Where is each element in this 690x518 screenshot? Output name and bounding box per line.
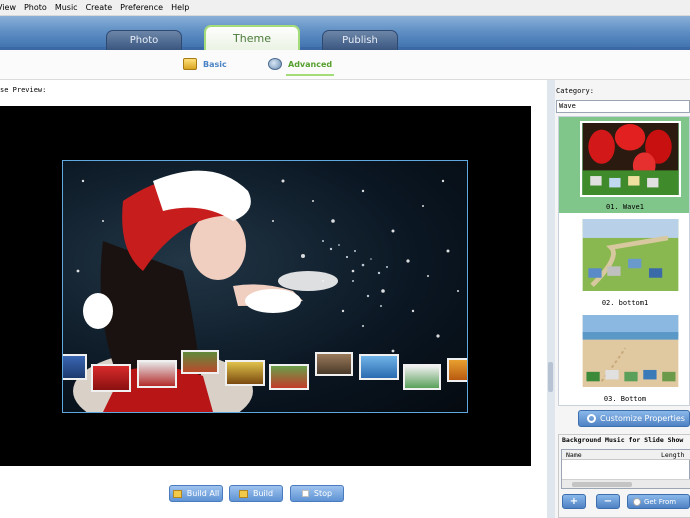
theme-item-bottom1[interactable]: 02. bottom1 <box>559 213 689 309</box>
menu-help[interactable]: Help <box>167 3 193 12</box>
panel-splitter[interactable] <box>547 80 555 518</box>
build-button[interactable]: Build <box>229 485 283 502</box>
music-table-header: Name Length <box>562 450 690 460</box>
build-icon <box>238 489 248 498</box>
background-music-title: Background Music for Slide Show <box>562 436 684 444</box>
build-all-label: Build All <box>186 489 220 498</box>
theme-list[interactable]: 01. Wave1 02. bottom1 03. Bottom <box>558 116 690 406</box>
music-table-scrollbar[interactable] <box>562 479 690 488</box>
tab-theme[interactable]: Theme <box>204 25 300 50</box>
strip-photo <box>403 364 441 390</box>
preview-label: se Preview: <box>0 86 47 94</box>
col-length-header[interactable]: Length <box>661 451 684 459</box>
theme-subtab-bar: Basic Advanced <box>0 50 690 80</box>
menu-music[interactable]: Music <box>51 3 82 12</box>
get-from-label: Get From <box>644 497 677 506</box>
build-label: Build <box>252 489 274 498</box>
menu-view[interactable]: View <box>0 3 20 12</box>
disc-icon <box>633 497 641 506</box>
menu-photo[interactable]: Photo <box>20 3 51 12</box>
strip-photo <box>137 360 177 388</box>
strip-photo <box>91 364 131 392</box>
build-all-icon <box>172 489 182 498</box>
subtab-advanced[interactable]: Advanced <box>268 58 332 70</box>
tab-photo[interactable]: Photo <box>106 30 182 50</box>
category-label: Category: <box>556 87 594 95</box>
advanced-active-indicator <box>286 74 334 76</box>
build-all-button[interactable]: Build All <box>169 485 223 502</box>
subtab-basic-label: Basic <box>203 59 227 69</box>
subtab-basic[interactable]: Basic <box>183 58 227 70</box>
customize-properties-button[interactable]: Customize Properties <box>578 410 690 427</box>
preview-photo <box>62 160 468 413</box>
advanced-mode-icon <box>268 58 282 70</box>
strip-photo <box>315 352 353 376</box>
stop-label: Stop <box>313 489 333 498</box>
theme-caption: 02. bottom1 <box>601 299 649 307</box>
theme-caption: 01. Wave1 <box>606 203 644 211</box>
gear-icon <box>587 414 596 423</box>
subtab-advanced-label: Advanced <box>288 59 333 69</box>
menu-create[interactable]: Create <box>82 3 117 12</box>
category-select[interactable]: Wave <box>556 100 690 113</box>
theme-thumbnail <box>580 313 681 389</box>
strip-photo <box>225 360 265 386</box>
strip-photo <box>359 354 399 380</box>
menu-preference[interactable]: Preference <box>116 3 167 12</box>
main-tab-bar: Photo Theme Publish <box>0 16 690 50</box>
photo-thumbnail-strip <box>63 350 467 394</box>
strip-photo <box>447 358 467 382</box>
stop-icon <box>301 490 309 497</box>
menu-bar: View Photo Music Create Preference Help <box>0 0 690 16</box>
theme-caption: 03. Bottom <box>603 395 647 403</box>
col-name-header[interactable]: Name <box>566 451 582 459</box>
music-table[interactable]: Name Length <box>561 449 690 489</box>
theme-item-bottom[interactable]: 03. Bottom <box>559 309 689 405</box>
theme-thumbnail <box>580 121 681 197</box>
get-from-button[interactable]: Get From <box>627 494 690 509</box>
remove-music-button[interactable]: − <box>596 494 620 509</box>
strip-photo <box>181 350 219 374</box>
stop-button[interactable]: Stop <box>290 485 344 502</box>
scrollbar-thumb[interactable] <box>572 482 632 487</box>
theme-item-wave1[interactable]: 01. Wave1 <box>559 117 689 213</box>
add-music-button[interactable]: + <box>562 494 586 509</box>
customize-properties-label: Customize Properties <box>600 414 685 423</box>
basic-mode-icon <box>183 58 197 70</box>
strip-photo <box>269 364 309 390</box>
splitter-grip[interactable] <box>548 362 553 392</box>
tab-publish[interactable]: Publish <box>322 30 398 50</box>
theme-thumbnail <box>580 217 681 293</box>
strip-photo <box>63 354 87 380</box>
